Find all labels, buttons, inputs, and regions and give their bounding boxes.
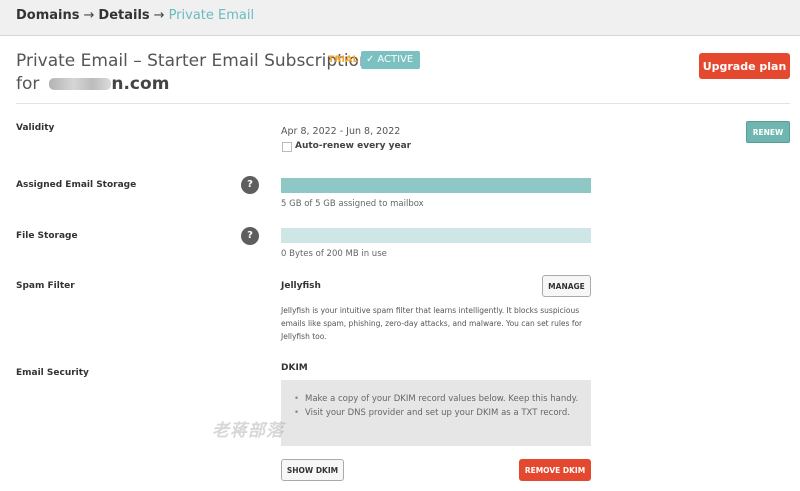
dkim-step: Make a copy of your DKIM record values b… (291, 392, 583, 406)
breadcrumb-current: Private Email (168, 8, 255, 23)
breadcrumb-details[interactable]: Details (98, 8, 149, 23)
file-storage-usage: 0 Bytes of 200 MB in use (281, 249, 387, 259)
remove-dkim-button[interactable]: REMOVE DKIM (519, 459, 591, 481)
validity-label: Validity (16, 123, 55, 133)
dkim-title: DKIM (281, 363, 308, 373)
breadcrumb-separator: → (153, 8, 165, 23)
help-icon[interactable]: ? (241, 227, 259, 245)
spam-filter-label: Spam Filter (16, 281, 75, 291)
domain-suffix: n.com (111, 74, 170, 94)
email-storage-bar (281, 178, 591, 193)
validity-dates: Apr 8, 2022 - Jun 8, 2022 (281, 126, 401, 137)
spam-filter-name: Jellyfish (281, 281, 321, 291)
redacted-domain (49, 78, 112, 90)
dkim-step: Visit your DNS provider and set up your … (291, 406, 583, 420)
help-icon[interactable]: ? (241, 176, 259, 194)
email-security-label: Email Security (16, 368, 89, 378)
upgrade-plan-button[interactable]: Upgrade plan (699, 53, 790, 79)
watermark: 老蒋部落 (212, 421, 284, 441)
spam-filter-description: Jellyfish is your intuitive spam filter … (281, 306, 583, 341)
renew-button[interactable]: RENEW (746, 121, 790, 143)
auto-renew-checkbox[interactable] (282, 142, 292, 152)
show-dkim-button[interactable]: SHOW DKIM (281, 459, 344, 481)
status-badge-label: ACTIVE (377, 54, 414, 65)
page-title: Private Email – Starter Email Subscripti… (16, 51, 370, 71)
domain-prefix: for (16, 74, 40, 94)
breadcrumb-bar: Domains → Details → Private Email (0, 0, 800, 36)
file-storage-label: File Storage (16, 231, 78, 241)
status-badge: ✓ ACTIVE (361, 51, 421, 69)
dkim-steps: Make a copy of your DKIM record values b… (291, 392, 583, 420)
check-icon: ✓ (366, 54, 375, 65)
breadcrumb-separator: → (83, 8, 95, 23)
breadcrumb-domains[interactable]: Domains (16, 8, 80, 23)
auto-renew-label[interactable]: Auto-renew every year (295, 141, 411, 151)
email-storage-bar-fill (281, 178, 591, 193)
manage-button[interactable]: MANAGE (542, 275, 591, 297)
dkim-instructions-box: Make a copy of your DKIM record values b… (281, 380, 591, 446)
file-storage-bar (281, 228, 591, 243)
email-storage-usage: 5 GB of 5 GB assigned to mailbox (281, 199, 424, 209)
trial-badge: TRIAL (328, 55, 359, 65)
breadcrumb: Domains → Details → Private Email (16, 8, 254, 23)
email-storage-label: Assigned Email Storage (16, 180, 137, 190)
divider (16, 103, 790, 104)
domain-line: for n.com (16, 74, 169, 94)
